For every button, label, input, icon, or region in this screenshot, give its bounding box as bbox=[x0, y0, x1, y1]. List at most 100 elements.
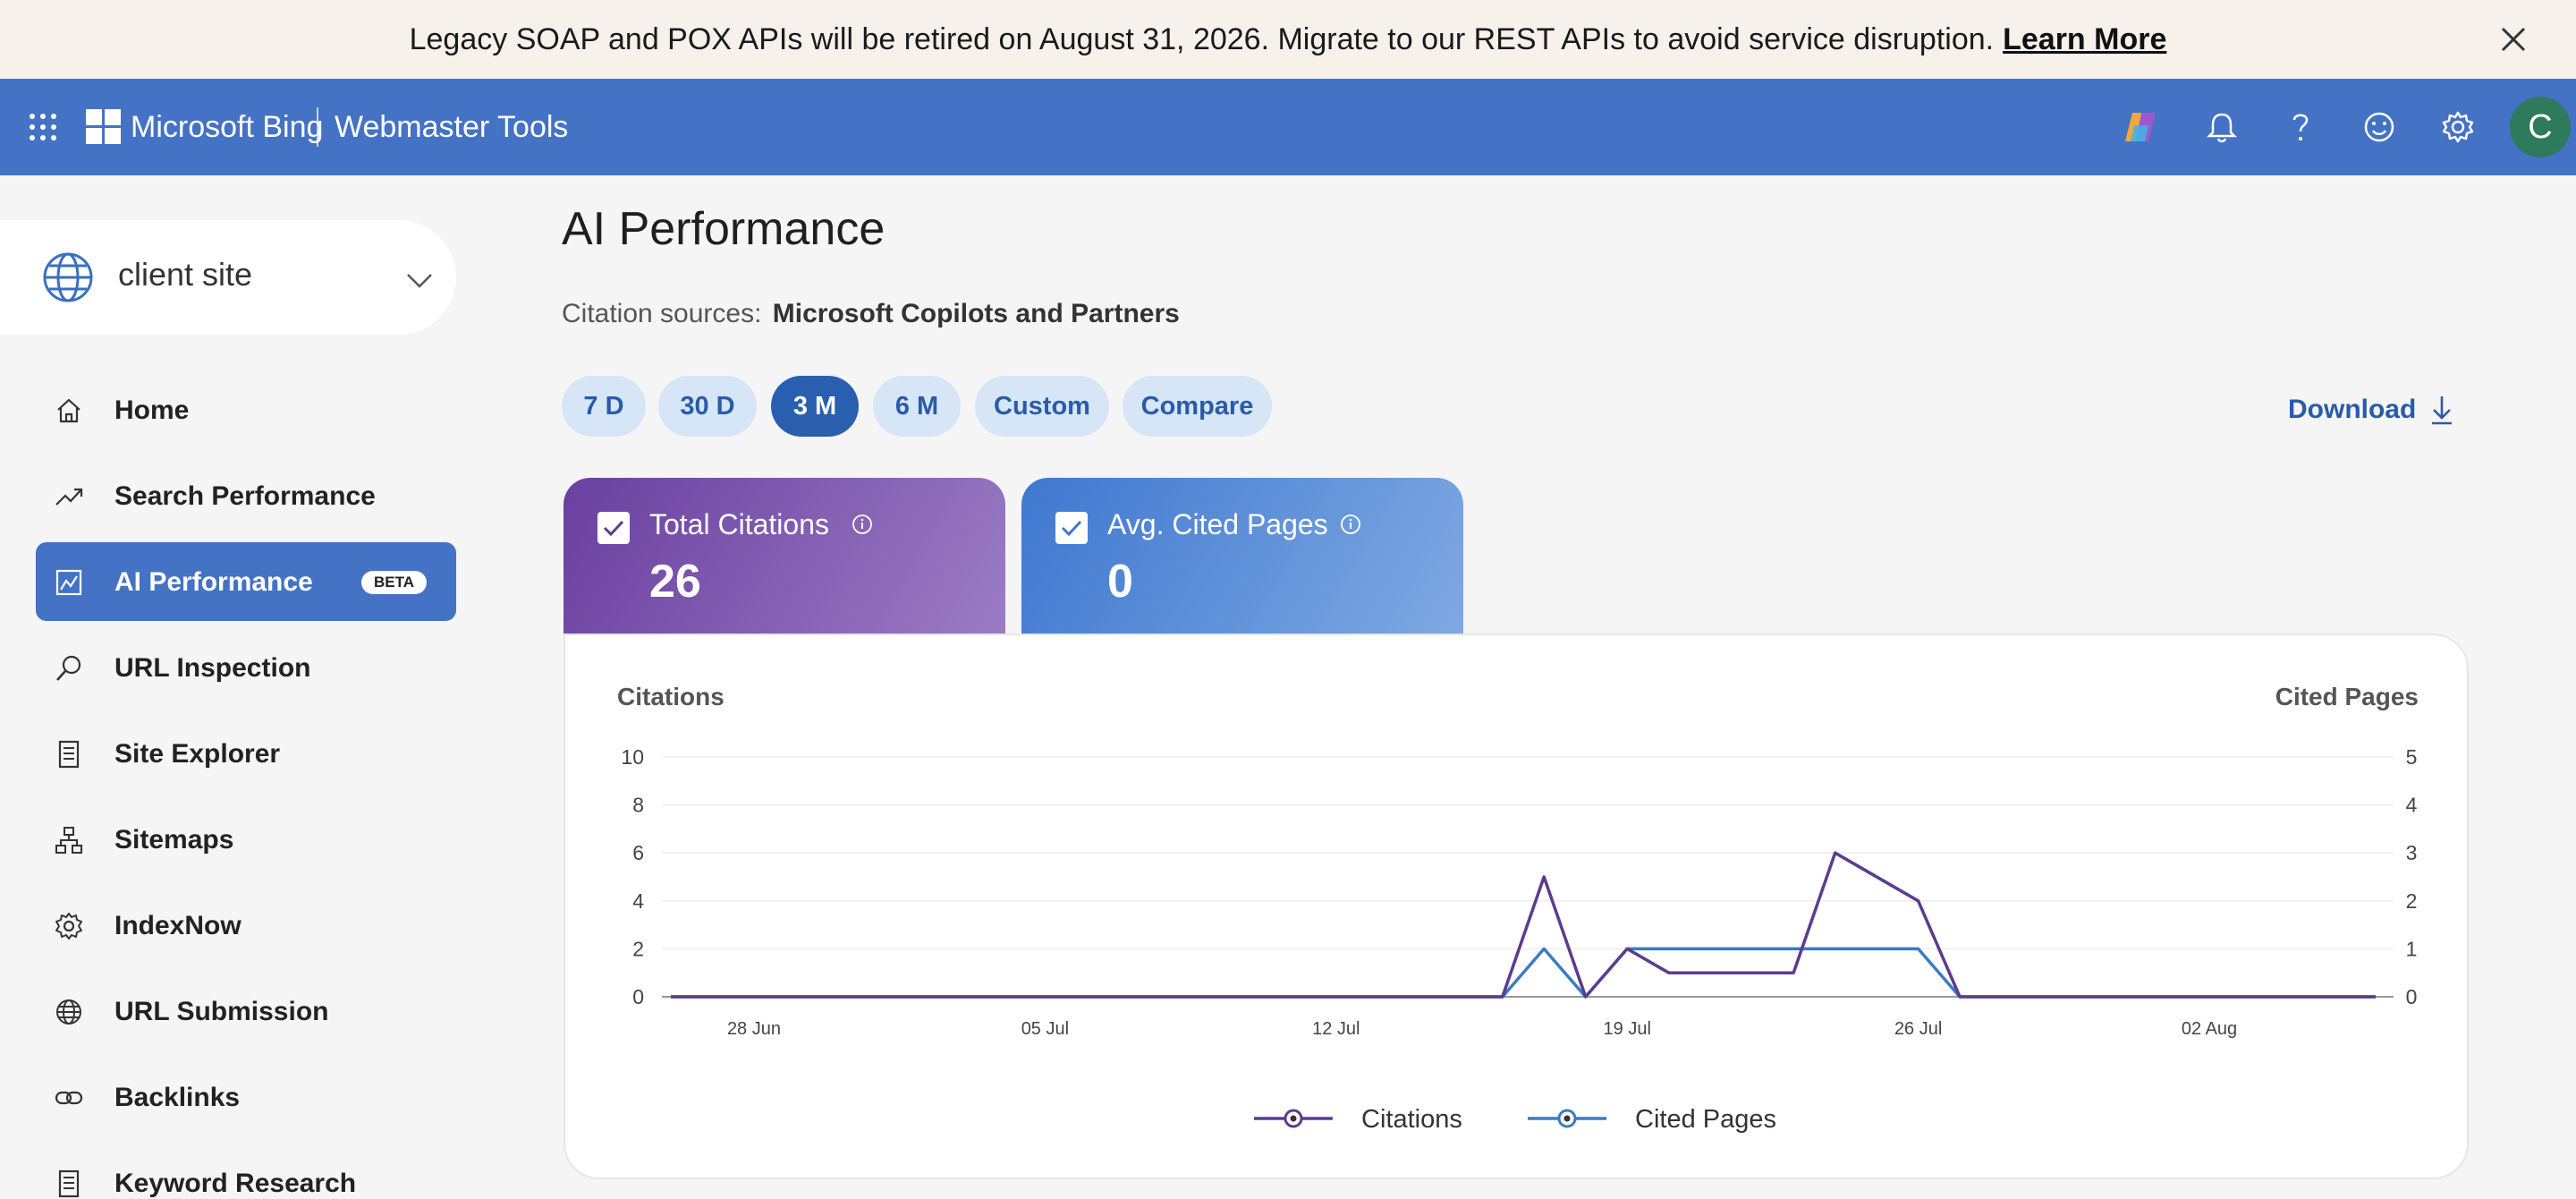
sidebar-item-site-explorer[interactable]: Site Explorer bbox=[36, 714, 456, 793]
sidebar-item-ai-performance[interactable]: AI Performance BETA bbox=[36, 542, 456, 621]
learn-more-link[interactable]: Learn More bbox=[2003, 22, 2166, 57]
sidebar-item-backlinks[interactable]: Backlinks bbox=[36, 1058, 456, 1136]
series-line-cited-pages bbox=[671, 947, 2376, 999]
checkbox[interactable] bbox=[1055, 512, 1088, 544]
x-tick-label: 02 Aug bbox=[2182, 1019, 2237, 1039]
y-tick-label-left: 6 bbox=[632, 841, 644, 864]
range-7d-button[interactable]: 7 D bbox=[562, 376, 646, 437]
sidebar-item-url-submission[interactable]: URL Submission bbox=[36, 972, 456, 1050]
chevron-down-icon[interactable] bbox=[404, 265, 435, 295]
avatar[interactable]: C bbox=[2510, 97, 2571, 157]
sitemap-icon bbox=[55, 827, 82, 854]
gear-icon[interactable] bbox=[2438, 107, 2478, 147]
metric-name: Total Citations bbox=[649, 508, 829, 540]
link-icon bbox=[55, 1091, 83, 1105]
legend-marker-dot bbox=[1563, 1115, 1571, 1122]
range-30d-button[interactable]: 30 D bbox=[658, 376, 757, 437]
product-name[interactable]: Webmaster Tools bbox=[335, 109, 568, 145]
close-icon[interactable] bbox=[2494, 20, 2533, 59]
document-icon bbox=[58, 740, 80, 769]
x-tick-label: 05 Jul bbox=[1021, 1019, 1069, 1039]
home-icon bbox=[57, 398, 80, 423]
metric-card-total-citations[interactable]: Total Citations 26 bbox=[564, 478, 1005, 635]
citation-label: Citation sources: bbox=[562, 299, 762, 328]
document-icon bbox=[58, 1169, 80, 1198]
citation-sources: Citation sources: Microsoft Copilots and… bbox=[562, 299, 1180, 329]
y-tick-label-left: 2 bbox=[632, 937, 644, 960]
retirement-banner: Legacy SOAP and POX APIs will be retired… bbox=[0, 0, 2576, 79]
y-tick-label-right: 5 bbox=[2406, 745, 2418, 769]
info-icon[interactable] bbox=[1340, 514, 1361, 535]
sidebar-item-label: Search Performance bbox=[114, 481, 376, 511]
y-axis-left-title: Citations bbox=[617, 683, 724, 710]
checkbox[interactable] bbox=[597, 512, 630, 544]
sidebar-item-sitemaps[interactable]: Sitemaps bbox=[36, 800, 456, 879]
metric-value: 0 bbox=[1107, 556, 1133, 608]
brand-divider bbox=[317, 107, 318, 147]
sidebar-item-label: URL Inspection bbox=[114, 653, 311, 683]
citation-value: Microsoft Copilots and Partners bbox=[772, 299, 1180, 328]
smiley-icon[interactable] bbox=[2360, 107, 2399, 147]
gear-icon bbox=[55, 913, 82, 940]
x-tick-label: 12 Jul bbox=[1312, 1019, 1360, 1039]
metric-value: 26 bbox=[649, 556, 701, 608]
sidebar-item-label: Keyword Research bbox=[114, 1169, 357, 1198]
info-icon[interactable] bbox=[852, 514, 873, 535]
range-6m-button[interactable]: 6 M bbox=[873, 376, 961, 437]
metric-card-avg-cited-pages[interactable]: Avg. Cited Pages 0 bbox=[1021, 478, 1463, 635]
check-icon bbox=[1061, 520, 1082, 537]
brand-name[interactable]: Microsoft Bing bbox=[131, 109, 323, 145]
sidebar-item-indexnow[interactable]: IndexNow bbox=[36, 886, 456, 965]
app-launcher-icon[interactable] bbox=[27, 111, 59, 143]
y-tick-label-right: 1 bbox=[2406, 937, 2418, 960]
sidebar-item-label: Home bbox=[114, 395, 190, 425]
help-icon[interactable] bbox=[2281, 107, 2320, 147]
sidebar-item-search-performance[interactable]: Search Performance bbox=[36, 456, 456, 535]
y-tick-label-left: 4 bbox=[632, 889, 644, 913]
sidebar-item-label: Sitemaps bbox=[114, 825, 234, 855]
sidebar-item-label: AI Performance bbox=[114, 567, 313, 597]
sidebar-item-url-inspection[interactable]: URL Inspection bbox=[36, 628, 456, 707]
y-tick-label-right: 3 bbox=[2406, 841, 2418, 864]
sidebar-item-label: URL Submission bbox=[114, 997, 329, 1026]
x-tick-label: 26 Jul bbox=[1894, 1019, 1942, 1039]
copilot-icon[interactable] bbox=[2122, 107, 2161, 147]
legend-marker-dot bbox=[1290, 1115, 1297, 1122]
microsoft-logo-icon bbox=[86, 109, 121, 144]
y-tick-label-right: 4 bbox=[2406, 794, 2418, 817]
sidebar-item-label: Site Explorer bbox=[114, 739, 281, 769]
y-tick-label-left: 0 bbox=[632, 985, 644, 1008]
download-button[interactable]: Download bbox=[2288, 394, 2455, 426]
range-3m-button[interactable]: 3 M bbox=[771, 376, 859, 437]
sidebar-item-label: IndexNow bbox=[114, 911, 242, 940]
range-custom-button[interactable]: Custom bbox=[975, 376, 1109, 437]
bell-icon[interactable] bbox=[2202, 107, 2241, 147]
compare-button[interactable]: Compare bbox=[1123, 376, 1272, 437]
y-tick-label-right: 0 bbox=[2406, 985, 2418, 1008]
globe-icon bbox=[56, 999, 81, 1025]
beta-badge: BETA bbox=[361, 571, 428, 594]
check-icon bbox=[603, 520, 624, 537]
metric-name: Avg. Cited Pages bbox=[1107, 508, 1328, 540]
banner-message: Legacy SOAP and POX APIs will be retired… bbox=[409, 21, 1995, 56]
page-title: AI Performance bbox=[562, 203, 886, 255]
top-navigation: Microsoft Bing Webmaster Tools C bbox=[0, 79, 2576, 175]
series-line-citations bbox=[671, 851, 2376, 999]
site-name: client site bbox=[118, 256, 253, 293]
x-tick-label: 19 Jul bbox=[1604, 1019, 1651, 1039]
site-picker[interactable]: client site bbox=[0, 220, 456, 335]
y-tick-label-right: 2 bbox=[2406, 889, 2418, 913]
sidebar-item-home[interactable]: Home bbox=[36, 370, 456, 449]
trend-icon bbox=[55, 488, 83, 506]
line-chart: Citations Cited Pages 0 2 4 6 8 10 0 1 2 3 4 5 28 Jun 0… bbox=[617, 683, 2419, 1134]
ai-chart-icon bbox=[55, 569, 82, 596]
magnifier-icon bbox=[56, 655, 81, 681]
sidebar-item-label: Backlinks bbox=[114, 1083, 241, 1112]
performance-chart: Citations Cited Pages 0 2 4 6 8 10 0 1 2 3 4 5 28 Jun 0… bbox=[564, 634, 2469, 1179]
y-tick-label-left: 10 bbox=[621, 745, 644, 769]
y-tick-label-left: 8 bbox=[632, 794, 644, 817]
download-label: Download bbox=[2288, 395, 2417, 424]
download-icon bbox=[2432, 396, 2453, 425]
legend-label: Citations bbox=[1361, 1105, 1462, 1134]
sidebar-item-keyword-research[interactable]: Keyword Research bbox=[36, 1144, 456, 1199]
